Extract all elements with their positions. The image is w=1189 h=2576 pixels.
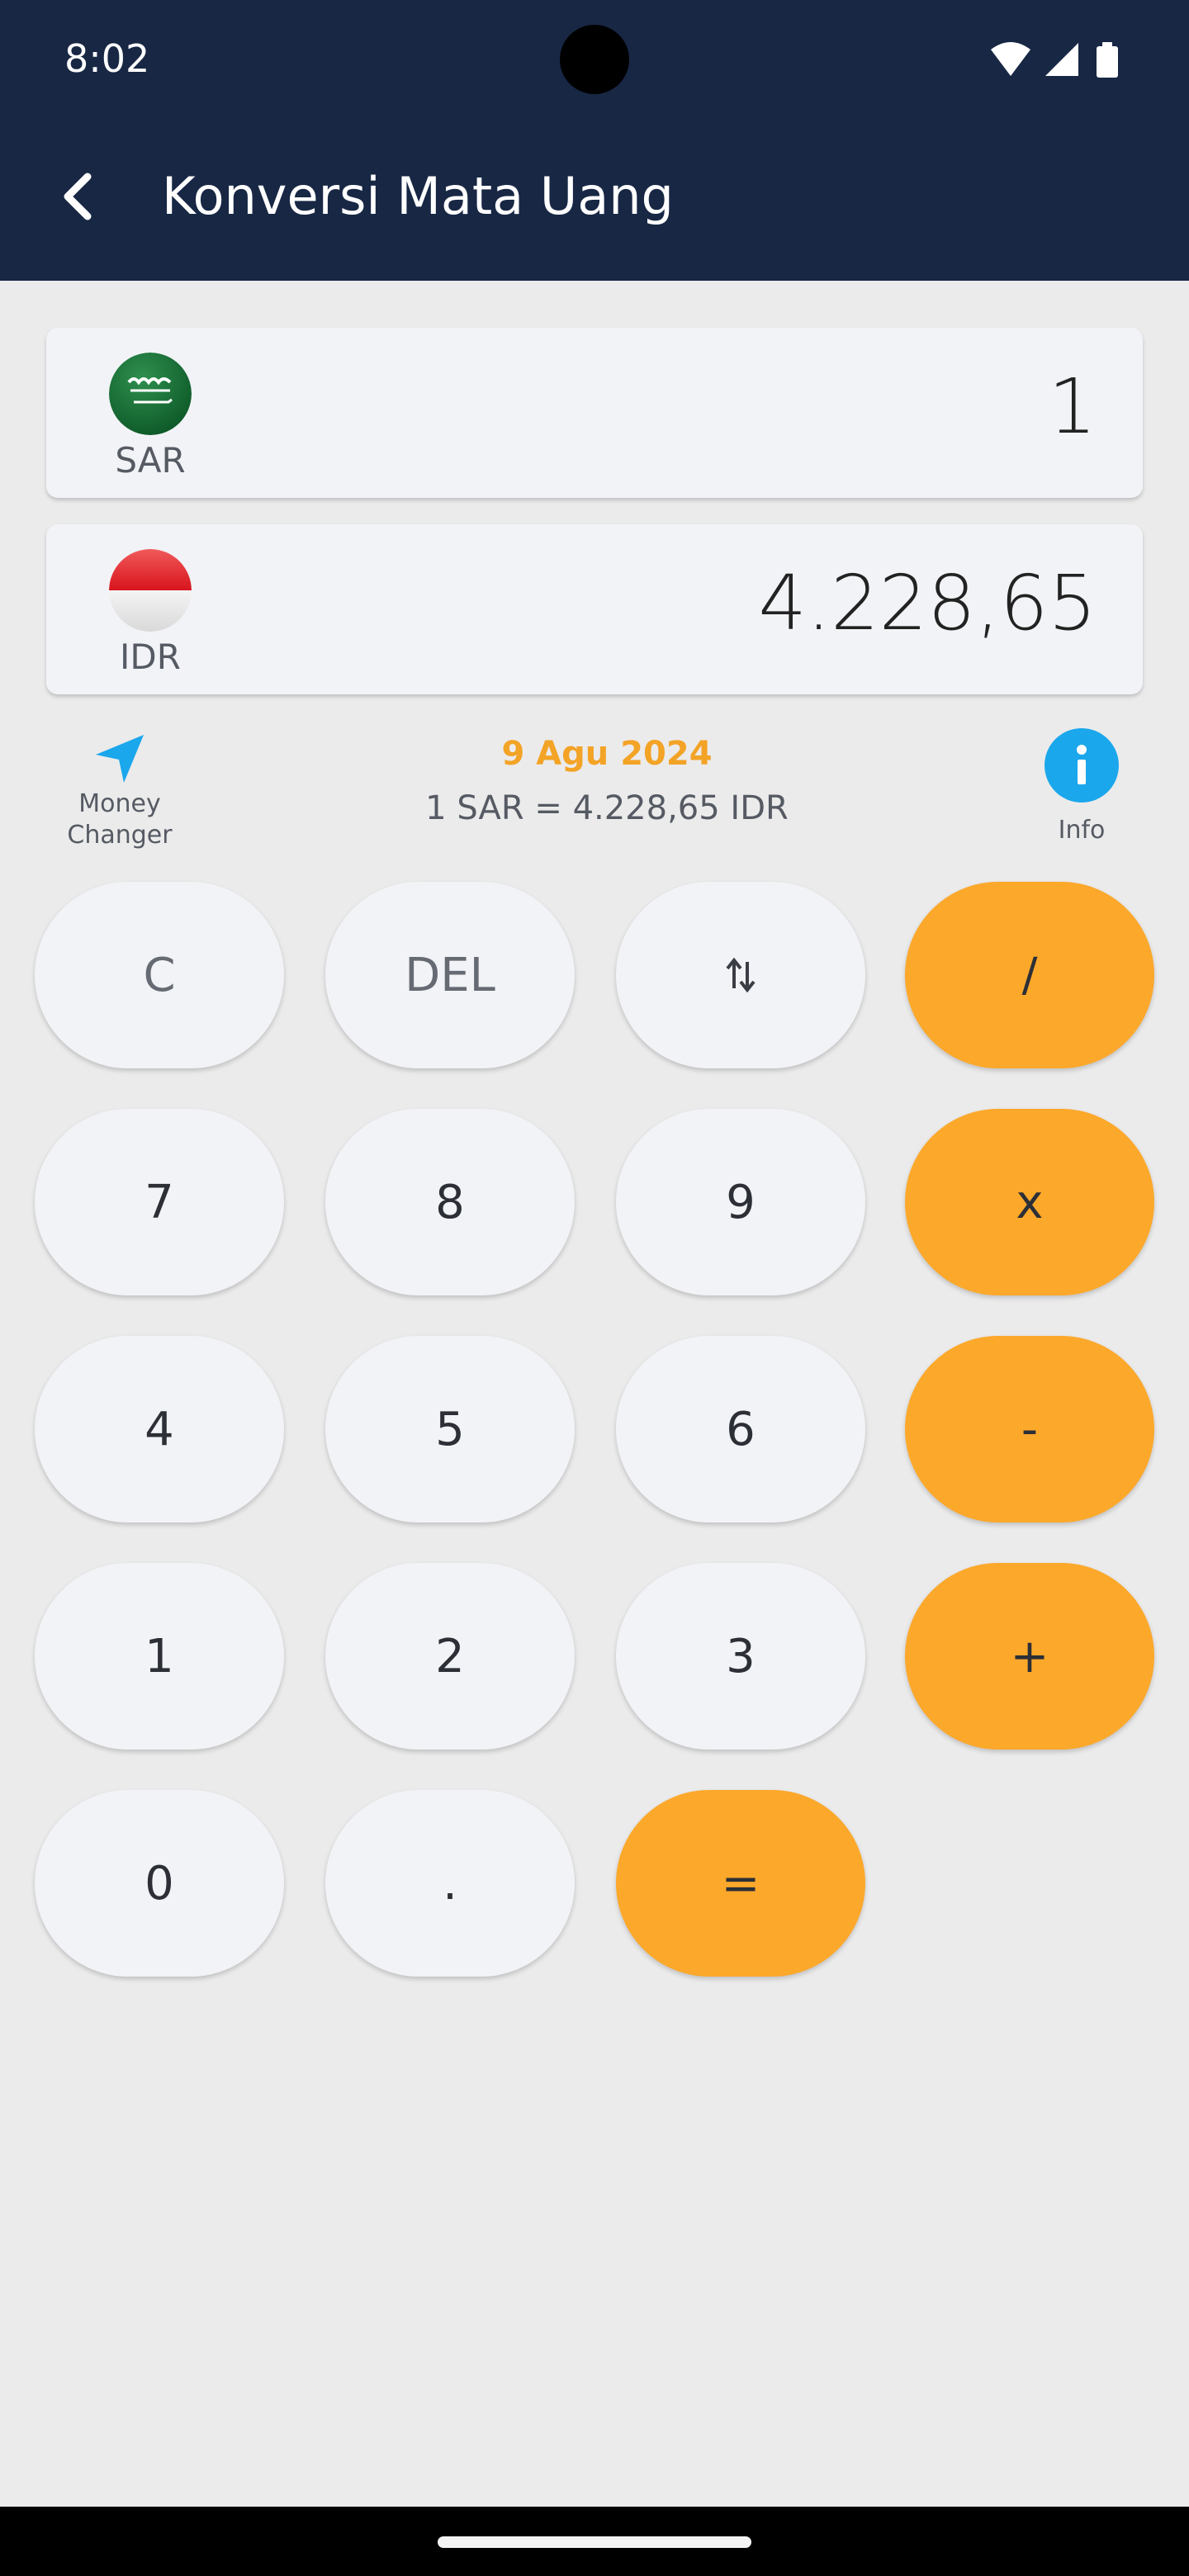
swap-vertical-icon — [726, 957, 756, 993]
wifi-icon — [991, 42, 1030, 76]
info-icon — [1045, 728, 1119, 803]
from-currency-card[interactable]: SAR 1 — [46, 328, 1143, 498]
digit-2-button[interactable]: 2 — [325, 1563, 575, 1750]
info-label: Info — [1058, 816, 1106, 845]
equals-button[interactable]: = — [616, 1790, 865, 1977]
digit-6-button[interactable]: 6 — [616, 1336, 865, 1522]
digit-7-button[interactable]: 7 — [35, 1109, 284, 1295]
digit-1-button[interactable]: 1 — [35, 1563, 284, 1750]
clear-button[interactable]: C — [35, 882, 284, 1068]
camera-cutout — [560, 25, 629, 94]
signal-icon — [1045, 43, 1078, 76]
divide-button[interactable]: / — [905, 882, 1154, 1068]
delete-button[interactable]: DEL — [325, 882, 575, 1068]
navigation-arrow-icon — [96, 735, 144, 783]
digit-8-button[interactable]: 8 — [325, 1109, 575, 1295]
arrow-back-icon[interactable] — [50, 165, 112, 228]
from-amount: 1 — [1048, 362, 1097, 451]
rate-date: 9 Agu 2024 — [501, 735, 713, 773]
swap-button[interactable] — [616, 882, 865, 1068]
minus-button[interactable]: - — [905, 1336, 1154, 1522]
battery-icon — [1097, 42, 1118, 78]
digit-4-button[interactable]: 4 — [35, 1336, 284, 1522]
multiply-button[interactable]: x — [905, 1109, 1154, 1295]
decimal-button[interactable]: . — [325, 1790, 575, 1977]
saudi-arabia-flag-icon[interactable] — [109, 353, 192, 435]
plus-button[interactable]: + — [905, 1563, 1154, 1750]
home-gesture-handle[interactable] — [438, 2536, 751, 2548]
from-currency-code[interactable]: SAR — [109, 440, 192, 481]
digit-0-button[interactable]: 0 — [35, 1790, 284, 1977]
indonesia-flag-icon[interactable] — [109, 549, 192, 632]
money-changer-label-line2: Changer — [67, 821, 173, 850]
to-currency-card[interactable]: IDR 4.228,65 — [46, 524, 1143, 694]
status-time: 8:02 — [64, 36, 150, 81]
to-amount: 4.228,65 — [758, 559, 1097, 647]
app-header: 8:02 Konversi Mata Uang — [0, 0, 1189, 281]
digit-5-button[interactable]: 5 — [325, 1336, 575, 1522]
digit-3-button[interactable]: 3 — [616, 1563, 865, 1750]
page-title: Konversi Mata Uang — [162, 166, 674, 226]
money-changer-label-line1: Money — [78, 789, 161, 818]
money-changer-button[interactable]: Money Changer — [50, 727, 190, 850]
info-button[interactable]: Info — [1032, 725, 1131, 849]
status-icons — [991, 42, 1118, 78]
exchange-rate: 1 SAR = 4.228,65 IDR — [425, 789, 789, 827]
to-currency-code[interactable]: IDR — [109, 637, 192, 677]
digit-9-button[interactable]: 9 — [616, 1109, 865, 1295]
